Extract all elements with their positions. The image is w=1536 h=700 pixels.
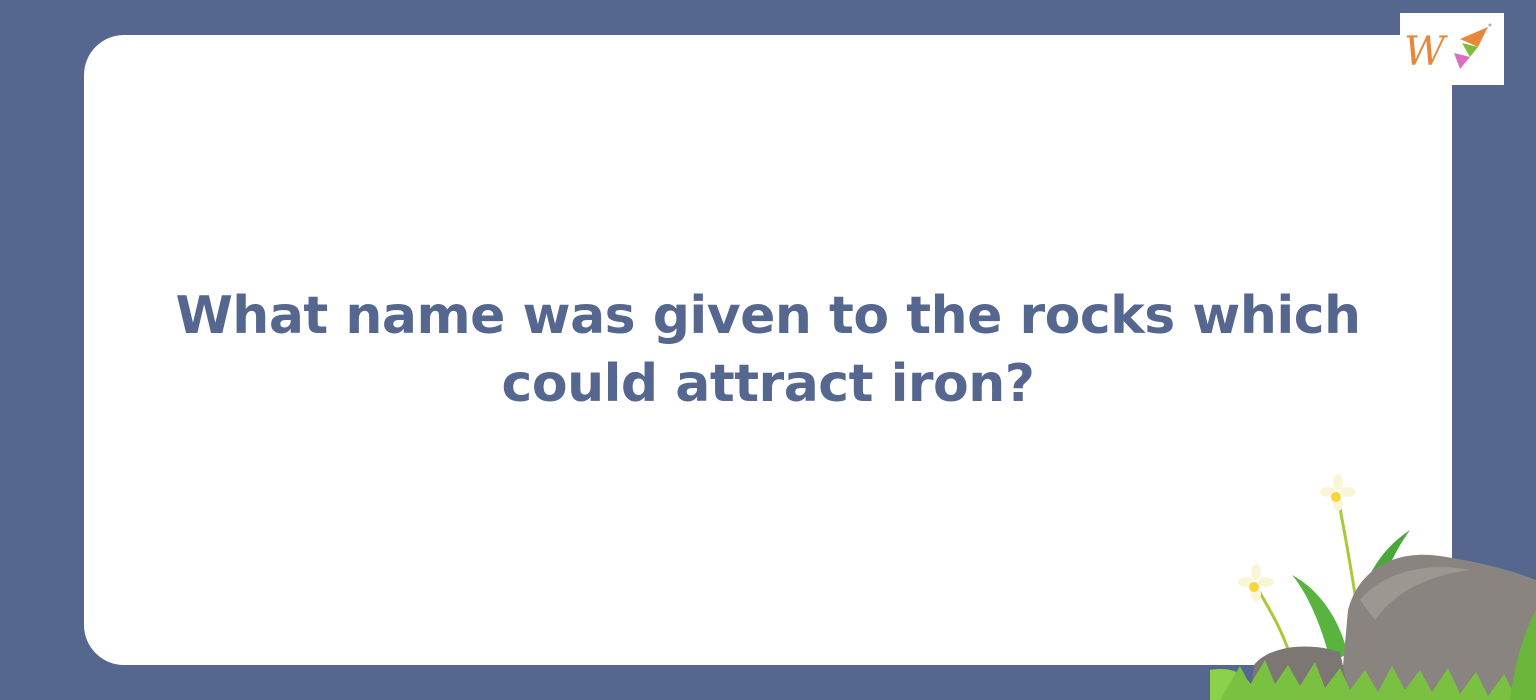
question-line-2: could attract iron? [501,354,1035,414]
logo-sparkle [1488,23,1492,27]
brand-logo: W [1400,13,1504,85]
logo-letter: W [1404,29,1448,75]
rock-grass-icon [1210,474,1536,700]
flower-icon [1238,564,1292,656]
question-line-1: What name was given to the rocks which [175,286,1361,346]
rock-and-grass-illustration [1210,470,1536,700]
brand-logo-icon: W [1404,23,1492,75]
logo-flag-pink [1454,53,1470,69]
